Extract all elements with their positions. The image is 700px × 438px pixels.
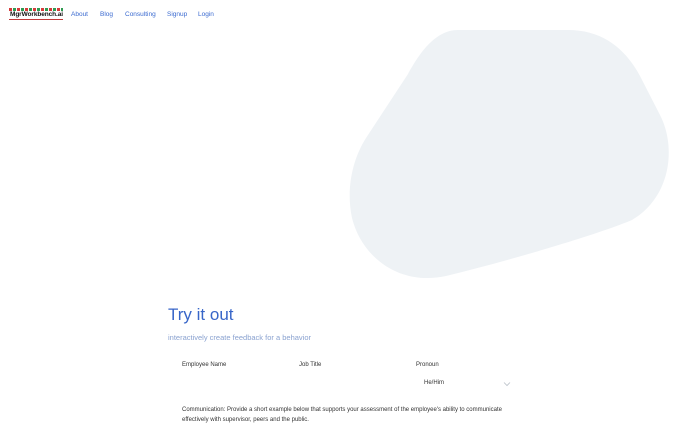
nav-link-consulting[interactable]: Consulting <box>125 11 156 18</box>
logo-text: MgrWorkbench.ai <box>10 11 63 18</box>
nav-link-blog[interactable]: Blog <box>100 11 113 18</box>
nav-link-login[interactable]: Login <box>198 11 214 18</box>
brand-logo[interactable]: MgrWorkbench.ai <box>9 8 63 20</box>
section-subtitle: interactively create feedback for a beha… <box>168 333 311 342</box>
hero-blob-shape <box>349 30 669 279</box>
employee-name-label: Employee Name <box>182 362 227 368</box>
section-title: Try it out <box>168 305 234 324</box>
nav-link-signup[interactable]: Signup <box>167 11 187 18</box>
chevron-down-icon <box>503 382 511 387</box>
nav-link-about[interactable]: About <box>71 11 88 18</box>
pronoun-select[interactable]: He/Him <box>416 377 516 391</box>
top-navbar: MgrWorkbench.ai About Blog Consulting Si… <box>0 0 700 30</box>
pronoun-select-value: He/Him <box>424 380 445 386</box>
job-title-label: Job Title <box>299 362 322 368</box>
logo-underline <box>9 19 63 20</box>
communication-prompt: Communication: Provide a short example b… <box>182 407 502 423</box>
pronoun-label: Pronoun <box>416 362 439 368</box>
